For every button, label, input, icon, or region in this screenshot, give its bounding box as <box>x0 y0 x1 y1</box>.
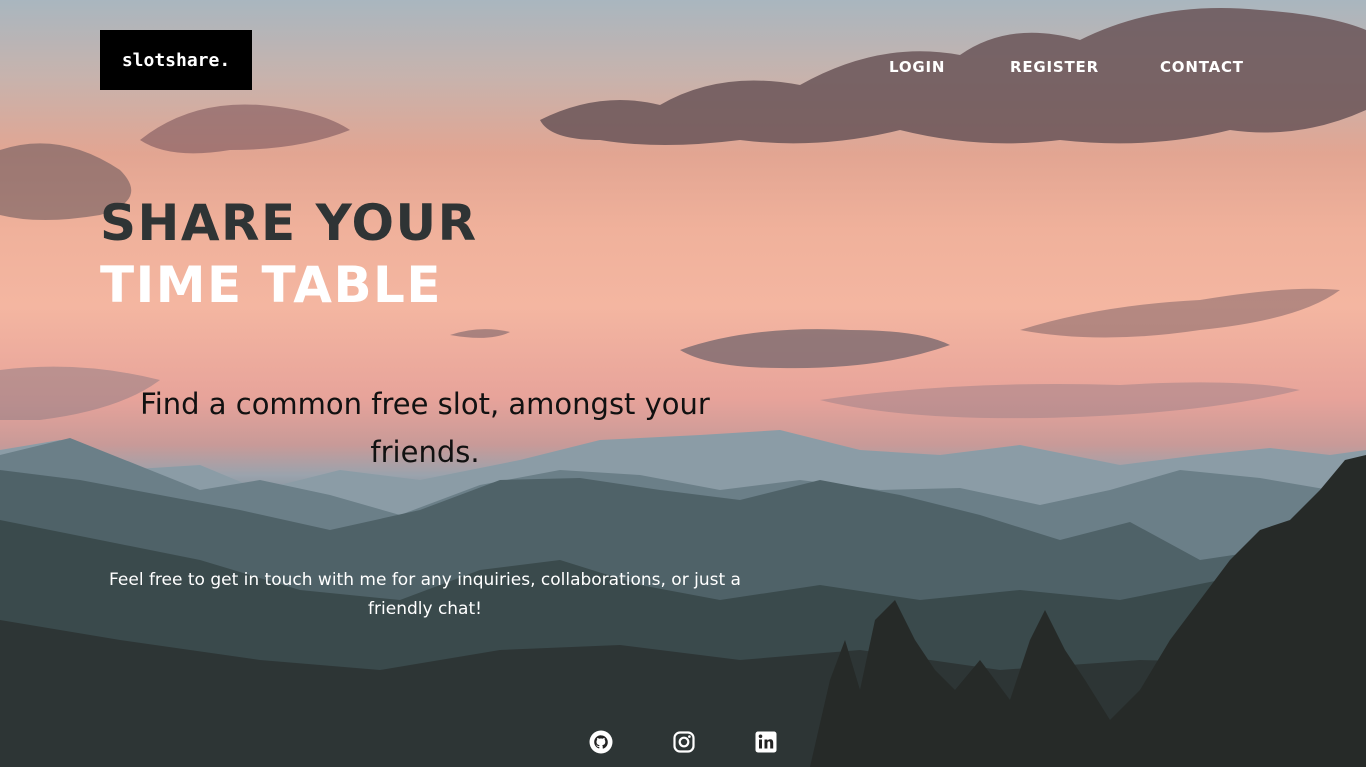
instagram-icon[interactable] <box>672 730 696 754</box>
headline-line-2: TIME TABLE <box>100 256 443 314</box>
github-icon[interactable] <box>589 730 613 754</box>
nav-register-link[interactable]: REGISTER <box>1010 58 1099 76</box>
contact-message: Feel free to get in touch with me for an… <box>109 570 741 619</box>
hero-headline: SHARE YOUR TIME TABLE <box>100 192 478 316</box>
social-links <box>0 730 1366 756</box>
main-nav: LOGIN REGISTER CONTACT <box>0 58 1366 78</box>
hero-tagline: Find a common free slot, amongst your fr… <box>140 387 710 469</box>
nav-login-link[interactable]: LOGIN <box>889 58 945 76</box>
headline-line-1: SHARE YOUR <box>100 194 478 252</box>
nav-contact-link[interactable]: CONTACT <box>1160 58 1244 76</box>
linkedin-icon[interactable] <box>754 730 778 754</box>
